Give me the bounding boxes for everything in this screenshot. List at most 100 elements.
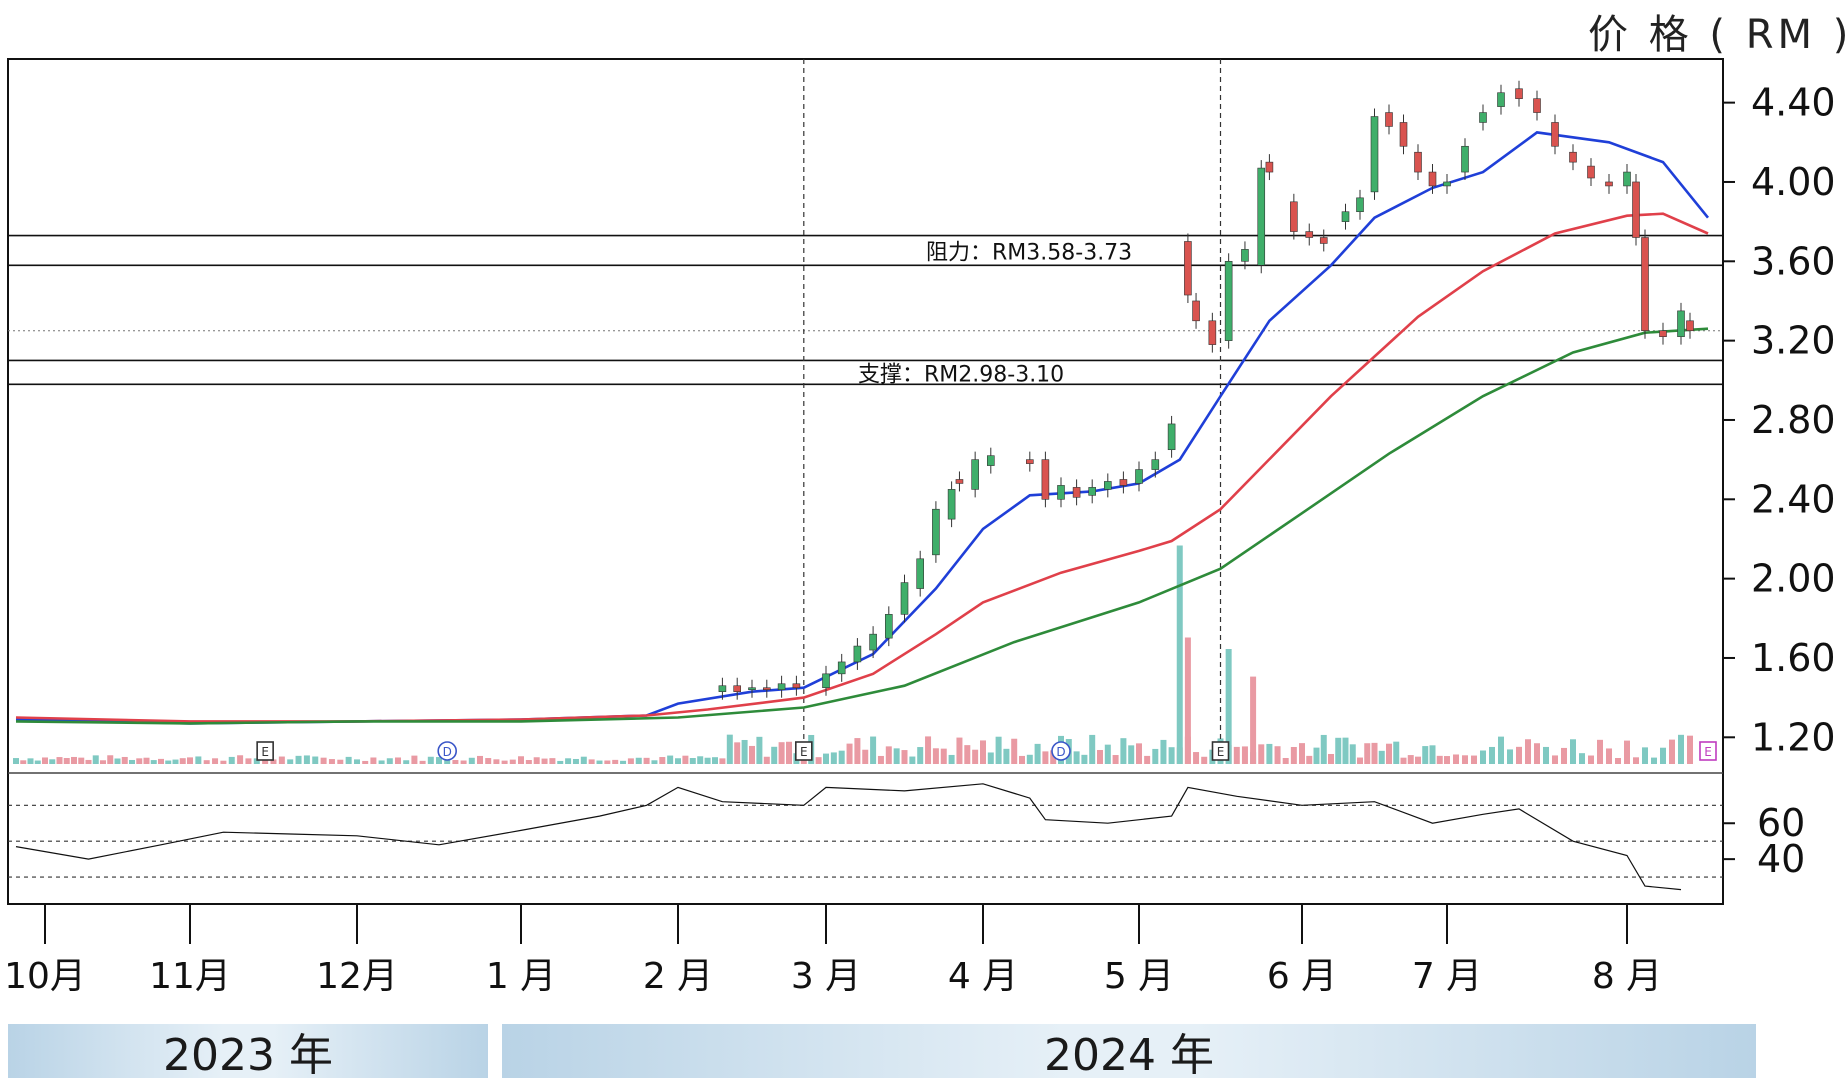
volume-bar: [741, 739, 748, 764]
volume-bar: [237, 755, 244, 764]
volume-bar: [71, 756, 77, 764]
month-tick-label: 12月: [316, 956, 398, 997]
month-tick-label: 1 月: [486, 956, 556, 997]
volume-bar: [63, 758, 70, 764]
volume-bar: [1357, 757, 1363, 764]
event-marker-label: E: [1217, 745, 1225, 759]
volume-bar: [734, 742, 741, 764]
volume-bar: [245, 758, 252, 764]
volume-bar: [1274, 746, 1281, 764]
volume-bar: [1579, 753, 1585, 764]
volume-bar: [34, 760, 41, 764]
volume-bar: [287, 759, 294, 764]
candle: [1677, 310, 1685, 337]
candle: [1135, 469, 1143, 484]
volume-bar: [1516, 746, 1522, 764]
volume-bar: [1422, 746, 1429, 764]
volume-bar: [419, 760, 426, 764]
volume-bar: [320, 757, 327, 764]
volume-bars: [13, 545, 1693, 764]
candle: [1088, 487, 1096, 496]
event-marker-label: D: [1056, 745, 1065, 759]
month-axis: 10月 11月 12月 1 月 2 月 3 月 4 月 5 月 6 月 7 月 8 月: [4, 904, 1662, 997]
volume-bar: [1507, 749, 1513, 764]
candle: [792, 683, 801, 689]
volume-bar: [862, 749, 869, 764]
candle: [1479, 112, 1487, 123]
volume-bar: [667, 755, 674, 764]
volume-bar: [1429, 745, 1436, 764]
volume-bar: [995, 736, 1002, 764]
volume-bar: [1415, 756, 1421, 764]
candle: [1414, 151, 1422, 173]
rsi-tick-label: 40: [1757, 837, 1805, 881]
volume-bar: [1534, 743, 1540, 764]
candle: [1167, 423, 1176, 451]
volume-bar: [1233, 746, 1240, 764]
volume-bar: [1097, 749, 1103, 764]
plot-frame: [7, 58, 1724, 905]
volume-bar: [1525, 739, 1531, 764]
candle: [932, 508, 940, 556]
volume-bar: [885, 746, 892, 764]
volume-bar: [925, 736, 932, 764]
volume-bar: [1266, 743, 1273, 764]
candle: [1104, 481, 1112, 490]
volume-bar: [42, 757, 48, 764]
month-tick-label: 3 月: [791, 956, 861, 997]
volume-bar: [1378, 750, 1385, 764]
volume-bar: [203, 760, 210, 764]
volume-bar: [228, 756, 235, 764]
volume-bar: [525, 760, 532, 764]
volume-bar: [627, 758, 634, 764]
month-tick-label: 6 月: [1267, 956, 1337, 997]
volume-bar: [1400, 757, 1407, 764]
volume-bar: [179, 758, 186, 764]
volume-bar: [893, 748, 900, 764]
volume-bar: [1128, 745, 1135, 764]
volume-bar: [726, 734, 733, 764]
volume-bar: [704, 757, 711, 764]
ma-line-1: [15, 131, 1710, 725]
candle: [1623, 171, 1631, 187]
volume-bar: [370, 757, 377, 764]
moving-averages: [15, 131, 1710, 725]
volume-bar: [689, 758, 696, 764]
volume-bar: [395, 757, 401, 764]
candle: [1641, 237, 1649, 332]
stock-chart: 阻力：RM3.58-3.73 支撑：RM2.98-3.10 E D E D E E 4.40…: [4, 58, 1836, 997]
volume-bar: [533, 757, 540, 764]
volume-bar: [187, 757, 193, 764]
volume-bar: [1201, 756, 1208, 764]
candle: [916, 558, 925, 589]
volume-bar: [1597, 739, 1603, 764]
volume-bar: [1073, 751, 1080, 764]
volume-bar: [643, 757, 650, 764]
volume-bar: [1003, 748, 1010, 764]
month-tick-label: 7 月: [1412, 956, 1482, 997]
volume-bar: [1687, 735, 1693, 764]
volume-bar: [1241, 746, 1248, 764]
volume-bar: [1320, 734, 1327, 764]
volume-bar: [121, 756, 128, 764]
candle: [900, 582, 909, 615]
candle: [1151, 459, 1160, 470]
volume-bar: [150, 760, 157, 764]
volume-bar: [1386, 743, 1392, 764]
volume-bar: [1349, 744, 1356, 764]
volume-bar: [403, 760, 410, 764]
volume-bar: [100, 760, 106, 764]
volume-bar: [1168, 747, 1175, 764]
volume-bar: [1471, 755, 1477, 764]
volume-bar: [854, 738, 861, 764]
rsi-line: [15, 783, 1682, 891]
volume-bar: [477, 755, 483, 764]
volume-bar: [56, 757, 63, 764]
volume-bar: [1678, 734, 1684, 764]
volume-bar: [1633, 757, 1639, 764]
volume-bar: [354, 759, 360, 764]
candle: [1241, 249, 1249, 262]
candle: [762, 687, 771, 691]
volume-bar: [964, 745, 971, 764]
volume-bar: [1371, 742, 1378, 764]
